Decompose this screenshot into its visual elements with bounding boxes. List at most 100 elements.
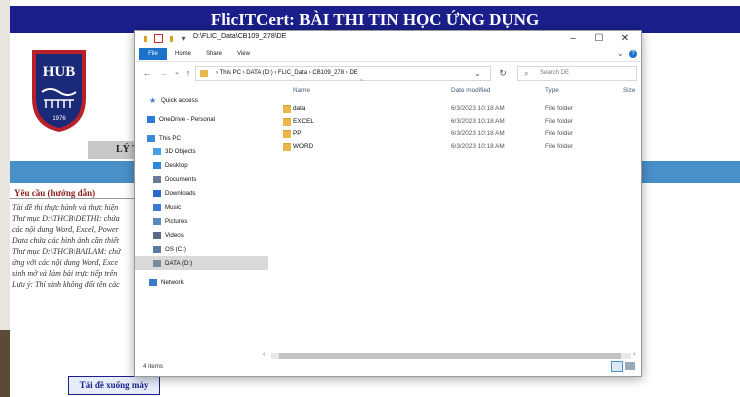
search-input[interactable]: ⌕ Search DE	[517, 66, 637, 81]
breadcrumb-data-drive[interactable]: DATA (D:)	[246, 70, 272, 76]
requirements-line: Thư mục D:\THCB\DETHI: chứa	[12, 214, 120, 223]
file-date: 6/3/2023 10:18 AM	[451, 117, 505, 125]
tab-file[interactable]: File	[139, 48, 167, 60]
nav-item[interactable]: Desktop	[135, 159, 268, 172]
nav-item[interactable]: DATA (D:)	[135, 257, 268, 270]
folder-icon	[283, 142, 291, 151]
requirements-line: Lưu ý: Thí sinh không đổi tên các	[12, 280, 120, 289]
tab-view[interactable]: View	[237, 48, 250, 60]
column-header-name[interactable]: Name	[293, 87, 310, 94]
requirements-line: ứng với các nội dung Word, Exce	[12, 258, 119, 267]
scroll-left-icon[interactable]: ‹	[263, 351, 265, 358]
file-name: EXCEL	[293, 117, 314, 125]
large-icons-view-icon[interactable]	[625, 362, 635, 370]
column-header-date[interactable]: Date modified	[451, 87, 490, 94]
sort-arrow-icon: ^	[360, 79, 363, 85]
close-icon[interactable]: ✕	[615, 32, 635, 46]
ribbon-expand-icon[interactable]: ⌄	[617, 48, 624, 60]
up-arrow-icon[interactable]: ↑	[182, 67, 194, 79]
nav-item[interactable]: OneDrive - Personal	[135, 113, 268, 126]
nav-item-label: Network	[161, 279, 184, 286]
forward-arrow-icon[interactable]: →	[157, 67, 169, 79]
file-row[interactable]: EXCEL 6/3/2023 10:18 AM File folder	[283, 116, 633, 128]
nav-item[interactable]: Downloads	[135, 187, 268, 200]
breadcrumb-cb109[interactable]: CB109_278	[312, 70, 344, 76]
tab-home[interactable]: Home	[175, 48, 191, 60]
nav-item-label: Desktop	[165, 162, 188, 169]
nav-item[interactable]: 3D Objects	[135, 145, 268, 158]
file-type: File folder	[545, 105, 574, 112]
download-icon	[153, 190, 161, 197]
nav-item[interactable]: Videos	[135, 229, 268, 242]
nav-item-label: OS (C:)	[165, 246, 186, 253]
file-date: 6/3/2023 10:18 AM	[451, 130, 505, 137]
video-icon	[153, 232, 161, 239]
column-header-type[interactable]: Type	[545, 87, 559, 94]
file-date: 6/3/2023 10:18 AM	[451, 105, 505, 112]
details-view-icon[interactable]	[611, 361, 623, 372]
address-input[interactable]: › This PC › DATA (D:) › FLIC_Data › CB10…	[195, 66, 491, 81]
star-icon: ★	[149, 96, 157, 105]
nav-item[interactable]: OS (C:)	[135, 243, 268, 256]
file-type: File folder	[545, 130, 574, 137]
nav-item[interactable]: Documents	[135, 173, 268, 186]
nav-item-label: Videos	[165, 232, 184, 239]
file-row[interactable]: PP 6/3/2023 10:18 AM File folder	[283, 128, 633, 140]
nav-item-label: Downloads	[165, 190, 196, 197]
requirements-divider	[10, 198, 134, 199]
file-explorer-window: ▮ ▮ ▾ D:\FLIC_Data\CB109_278\DE – ☐ ✕ Fi…	[134, 30, 642, 377]
download-exam-button[interactable]: Tải đề xuống máy	[68, 376, 160, 395]
new-folder-icon[interactable]: ▮	[167, 34, 176, 43]
nav-item[interactable]: Music	[135, 201, 268, 214]
search-icon: ⌕	[524, 69, 529, 78]
status-item-count: 4 items	[143, 363, 163, 370]
breadcrumb-de[interactable]: DE	[349, 70, 357, 76]
breadcrumb-this-pc[interactable]: This PC	[220, 70, 241, 76]
help-icon[interactable]: ?	[629, 50, 637, 58]
nav-item[interactable]: ★ Quick access	[135, 94, 268, 107]
column-header-size[interactable]: Size	[623, 87, 635, 94]
maximize-icon[interactable]: ☐	[589, 32, 609, 46]
customize-toolbar-icon[interactable]: ▾	[179, 34, 188, 43]
minimize-icon[interactable]: –	[563, 32, 583, 46]
horizontal-scrollbar[interactable]	[271, 352, 631, 360]
nav-item-label: Documents	[165, 176, 197, 183]
refresh-icon[interactable]: ↻	[497, 67, 509, 79]
breadcrumb-flic-data[interactable]: FLIC_Data	[278, 70, 307, 76]
scroll-right-icon[interactable]: ›	[633, 351, 635, 358]
nav-item-label: 3D Objects	[165, 148, 196, 155]
folder-icon	[283, 105, 291, 113]
file-name: PP	[293, 130, 302, 137]
file-row[interactable]: data 6/3/2023 10:18 AM File folder	[283, 103, 633, 115]
properties-icon[interactable]	[154, 34, 163, 43]
network-icon	[149, 279, 157, 286]
address-path[interactable]: › This PC › DATA (D:) › FLIC_Data › CB10…	[216, 67, 358, 80]
requirements-line: Thư mục D:\THCB\BAILAM: chứ	[12, 247, 121, 256]
file-name: data	[293, 105, 306, 112]
nav-item[interactable]: Network	[135, 276, 268, 289]
scroll-thumb[interactable]	[279, 353, 621, 359]
requirements-line: sinh mở và làm bài trực tiếp trên	[12, 269, 118, 278]
nav-item-label: This PC	[159, 135, 182, 142]
drive-icon	[153, 260, 161, 267]
nav-item-label: DATA (D:)	[165, 260, 193, 267]
nav-item[interactable]: This PC	[135, 132, 268, 145]
requirements-line: Data chứa các hình ảnh cần thiết	[12, 236, 120, 245]
nav-item[interactable]: Pictures	[135, 215, 268, 228]
background-wall	[0, 0, 10, 330]
requirements-title: Yêu cầu (hướng dẫn)	[14, 188, 96, 198]
file-type: File folder	[545, 117, 574, 125]
file-row[interactable]: WORD 6/3/2023 10:18 AM File folder	[283, 141, 633, 153]
nav-item-label: Pictures	[165, 218, 188, 225]
desktop-icon	[153, 162, 161, 169]
window-title: D:\FLIC_Data\CB109_278\DE	[193, 33, 287, 40]
title-bar[interactable]: ▮ ▮ ▾ D:\FLIC_Data\CB109_278\DE – ☐ ✕	[135, 31, 641, 47]
address-dropdown-icon[interactable]: ⌄	[474, 67, 481, 80]
cube-icon	[153, 148, 161, 155]
logo-year: 1976	[52, 116, 66, 122]
back-arrow-icon[interactable]: ←	[141, 67, 153, 79]
computer-icon	[147, 135, 155, 142]
tab-share[interactable]: Share	[206, 48, 222, 60]
nav-item-label: Music	[165, 204, 182, 211]
search-placeholder: Search DE	[540, 70, 570, 76]
